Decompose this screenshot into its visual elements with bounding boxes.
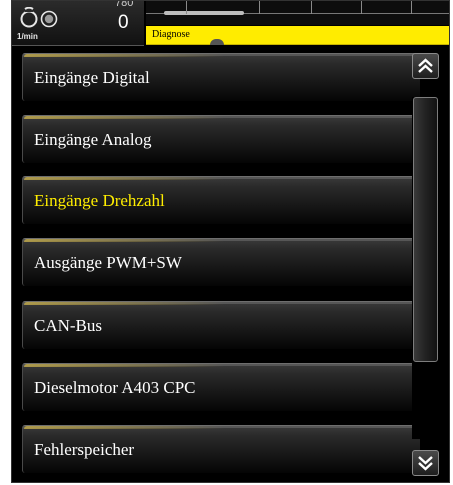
- menu-item-label: Dieselmotor A403 CPC: [34, 378, 196, 397]
- scale-strip: [146, 1, 449, 25]
- menu-item-label: Ausgänge PWM+SW: [34, 253, 182, 272]
- menu-item-can-bus[interactable]: CAN-Bus: [22, 301, 420, 349]
- menu-item-eingaenge-digital[interactable]: Eingänge Digital: [22, 53, 420, 101]
- page-title: Diagnose: [152, 29, 190, 40]
- menu-item-label: Eingänge Analog: [34, 130, 152, 149]
- rpm-gauge: 1/min 780 0: [12, 1, 144, 46]
- scale-tick: [361, 1, 362, 14]
- scale-tick: [186, 1, 187, 14]
- rpm-upper-value: 780: [115, 0, 134, 9]
- title-bar-notch: [210, 39, 224, 45]
- chevron-double-up-icon: [418, 58, 433, 73]
- scale-tick: [411, 1, 412, 14]
- rpm-unit-label: 1/min: [17, 32, 38, 41]
- chevron-double-down-icon: [418, 456, 433, 471]
- menu-item-dieselmotor[interactable]: Dieselmotor A403 CPC: [22, 363, 420, 411]
- scroll-up-button[interactable]: [412, 53, 439, 79]
- menu-item-eingaenge-drehzahl[interactable]: Eingänge Drehzahl: [22, 176, 420, 224]
- menu-item-eingaenge-analog[interactable]: Eingänge Analog: [22, 115, 420, 163]
- screen-frame: 1/min 780 0 Diagnose Eingänge Digital Ei…: [11, 0, 450, 483]
- menu-item-ausgaenge-pwm-sw[interactable]: Ausgänge PWM+SW: [22, 238, 420, 286]
- page-title-bar: Diagnose: [146, 26, 449, 45]
- scrollbar-track[interactable]: [412, 97, 439, 439]
- scroll-down-button[interactable]: [412, 450, 439, 476]
- scale-indicator: [164, 11, 244, 15]
- menu-item-fehlerspeicher[interactable]: Fehlerspeicher: [22, 425, 420, 473]
- menu-item-label: CAN-Bus: [34, 316, 103, 335]
- menu-item-label: Eingänge Digital: [34, 68, 150, 87]
- menu-item-label: Fehlerspeicher: [34, 440, 135, 459]
- scale-tick: [259, 1, 260, 14]
- scale-tick: [311, 1, 312, 14]
- scrollbar-thumb[interactable]: [413, 97, 438, 362]
- rpm-gauge-icon: [20, 7, 58, 28]
- rpm-value: 0: [118, 12, 129, 33]
- menu-item-label: Eingänge Drehzahl: [34, 191, 165, 210]
